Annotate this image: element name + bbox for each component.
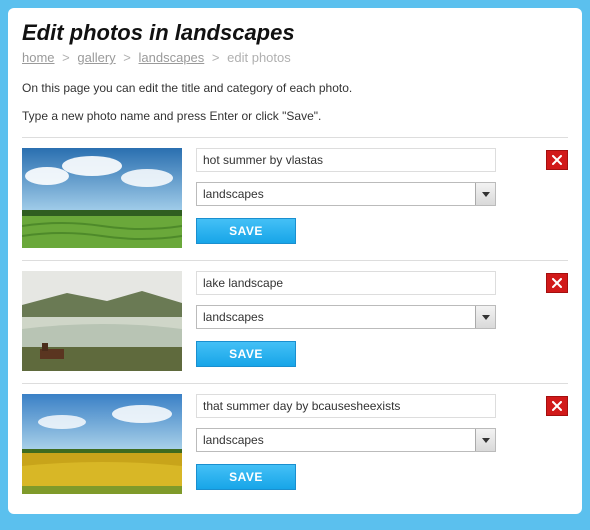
photo-title-input[interactable] [196, 148, 496, 172]
category-select[interactable]: landscapes [196, 428, 496, 452]
photo-thumbnail [22, 148, 182, 248]
close-icon [552, 401, 562, 411]
photo-title-input[interactable] [196, 394, 496, 418]
photo-thumbnail [22, 271, 182, 371]
save-button[interactable]: SAVE [196, 341, 296, 367]
delete-button[interactable] [546, 273, 568, 293]
photo-title-input[interactable] [196, 271, 496, 295]
category-select-label: landscapes [197, 306, 475, 328]
delete-button[interactable] [546, 150, 568, 170]
chevron-down-icon [475, 183, 495, 205]
save-button[interactable]: SAVE [196, 464, 296, 490]
breadcrumb-landscapes[interactable]: landscapes [139, 50, 205, 65]
intro-text: On this page you can edit the title and … [22, 81, 568, 123]
intro-line-2: Type a new photo name and press Enter or… [22, 109, 568, 123]
save-button[interactable]: SAVE [196, 218, 296, 244]
chevron-down-icon [475, 306, 495, 328]
breadcrumb-current: edit photos [227, 50, 291, 65]
page-title: Edit photos in landscapes [22, 20, 568, 46]
photo-row: landscapes SAVE [22, 383, 568, 506]
breadcrumb-gallery[interactable]: gallery [77, 50, 115, 65]
category-select[interactable]: landscapes [196, 305, 496, 329]
close-icon [552, 278, 562, 288]
breadcrumb-sep: > [62, 50, 70, 65]
intro-line-1: On this page you can edit the title and … [22, 81, 568, 95]
category-select-label: landscapes [197, 183, 475, 205]
breadcrumb-sep: > [123, 50, 131, 65]
breadcrumb-sep: > [212, 50, 220, 65]
breadcrumb: home > gallery > landscapes > edit photo… [22, 50, 568, 65]
category-select[interactable]: landscapes [196, 182, 496, 206]
category-select-label: landscapes [197, 429, 475, 451]
breadcrumb-home[interactable]: home [22, 50, 55, 65]
photo-row: landscapes SAVE [22, 260, 568, 383]
chevron-down-icon [475, 429, 495, 451]
close-icon [552, 155, 562, 165]
delete-button[interactable] [546, 396, 568, 416]
photo-row: landscapes SAVE [22, 137, 568, 260]
photo-thumbnail [22, 394, 182, 494]
